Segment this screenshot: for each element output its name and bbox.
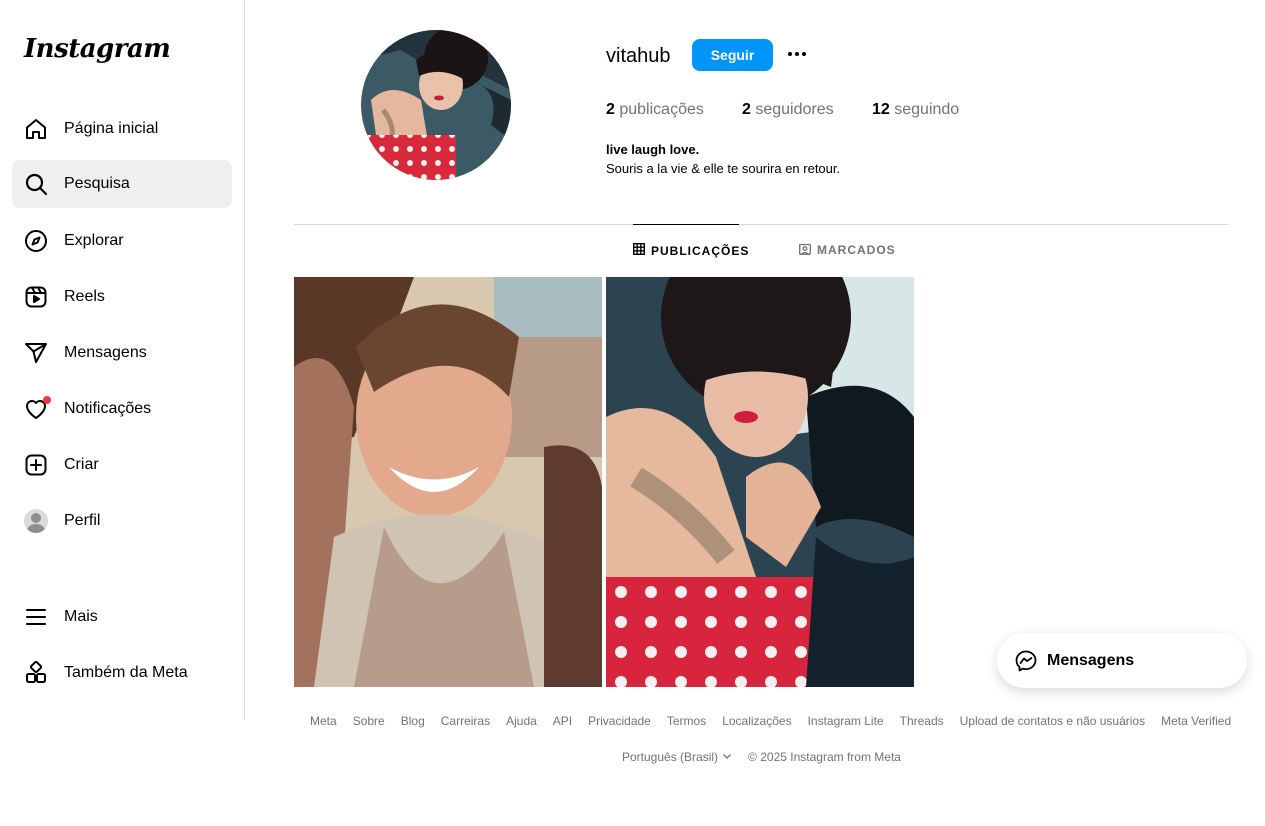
- tab-posts[interactable]: PUBLICAÇÕES: [632, 224, 748, 276]
- footer-link[interactable]: Upload de contatos e não usuários: [960, 714, 1145, 728]
- sidebar-item-reels[interactable]: Reels: [12, 273, 232, 321]
- posts-count-stat: 2 publicações: [606, 101, 704, 119]
- sidebar-item-home[interactable]: Página inicial: [12, 105, 232, 153]
- post-thumbnail[interactable]: [606, 277, 914, 687]
- tab-label: PUBLICAÇÕES: [651, 243, 750, 258]
- footer-link[interactable]: Meta: [310, 714, 337, 728]
- follow-button[interactable]: Seguir: [692, 39, 773, 71]
- sidebar-item-label: Criar: [64, 456, 99, 473]
- sidebar-item-notifications[interactable]: Notificações: [12, 385, 232, 433]
- profile-picture[interactable]: [361, 30, 511, 180]
- profile-username: vitahub: [606, 45, 671, 67]
- tab-label: MARCADOS: [817, 243, 896, 257]
- reels-icon: [24, 285, 48, 309]
- footer-link[interactable]: Meta Verified: [1161, 714, 1231, 728]
- language-label: Português (Brasil): [622, 750, 719, 764]
- sidebar-item-profile[interactable]: Perfil: [12, 497, 232, 545]
- bio-text: Souris a la vie & elle te sourira en ret…: [606, 161, 841, 176]
- footer-links: Meta Sobre Blog Carreiras Ajuda API Priv…: [310, 714, 1231, 728]
- tabs-divider: [294, 224, 1229, 225]
- sidebar-item-also-from-meta[interactable]: Também da Meta: [12, 649, 232, 697]
- footer-link[interactable]: Sobre: [353, 714, 385, 728]
- send-icon: [24, 341, 48, 365]
- footer-link[interactable]: Ajuda: [506, 714, 537, 728]
- sidebar-item-label: Explorar: [64, 232, 124, 249]
- post-thumbnail[interactable]: [294, 277, 602, 687]
- following-count: 12: [872, 101, 890, 118]
- messages-pill-button[interactable]: Mensagens: [997, 633, 1247, 688]
- footer-link[interactable]: Carreiras: [441, 714, 490, 728]
- tab-tagged[interactable]: MARCADOS: [799, 224, 896, 276]
- posts-label: publicações: [619, 101, 704, 118]
- chevron-down-icon: [722, 750, 732, 764]
- heart-icon: [24, 396, 51, 421]
- sidebar-item-explore[interactable]: Explorar: [12, 217, 232, 265]
- following-label: seguindo: [894, 101, 960, 118]
- followers-label: seguidores: [755, 101, 834, 118]
- tagged-icon: [799, 243, 811, 258]
- sidebar-item-label: Mensagens: [64, 344, 147, 361]
- sidebar-item-create[interactable]: Criar: [12, 441, 232, 489]
- messenger-icon: [1014, 649, 1038, 673]
- search-icon: [24, 172, 48, 196]
- copyright: © 2025 Instagram from Meta: [748, 750, 901, 764]
- footer-bottom: Português (Brasil) © 2025 Instagram from…: [622, 750, 901, 764]
- bio-name: live laugh love.: [606, 142, 700, 157]
- following-count-stat[interactable]: 12 seguindo: [872, 101, 959, 119]
- home-icon: [24, 117, 48, 141]
- footer-link[interactable]: Termos: [667, 714, 706, 728]
- notification-dot: [43, 396, 51, 404]
- sidebar-item-label: Página inicial: [64, 120, 159, 137]
- sidebar-item-label: Notificações: [64, 400, 152, 417]
- messages-pill-label: Mensagens: [1047, 651, 1135, 669]
- compass-icon: [24, 229, 48, 253]
- sidebar-item-label: Mais: [64, 608, 98, 625]
- sidebar-item-label: Reels: [64, 288, 105, 305]
- avatar: [24, 509, 48, 533]
- sidebar-item-label: Perfil: [64, 512, 101, 529]
- followers-count: 2: [742, 101, 751, 118]
- menu-icon: [24, 605, 48, 629]
- avatar-wrapper: [24, 509, 48, 533]
- footer-link[interactable]: API: [553, 714, 572, 728]
- grid-icon: [632, 242, 646, 258]
- meta-apps-icon: [24, 661, 48, 685]
- sidebar-item-more[interactable]: Mais: [12, 593, 232, 641]
- plus-square-icon: [24, 453, 48, 477]
- more-options-button[interactable]: [782, 42, 812, 70]
- sidebar-item-search[interactable]: Pesquisa: [12, 160, 232, 208]
- sidebar: Instagram Página inicial Pesquisa Explor…: [0, 0, 245, 720]
- footer-link[interactable]: Localizações: [722, 714, 791, 728]
- footer-link[interactable]: Threads: [900, 714, 944, 728]
- followers-count-stat[interactable]: 2 seguidores: [742, 101, 834, 119]
- instagram-logo[interactable]: Instagram: [24, 34, 171, 64]
- footer-link[interactable]: Privacidade: [588, 714, 651, 728]
- posts-count: 2: [606, 101, 615, 118]
- more-horizontal-icon: [785, 42, 809, 71]
- sidebar-item-label: Também da Meta: [64, 664, 188, 681]
- footer-link[interactable]: Blog: [401, 714, 425, 728]
- sidebar-item-messages[interactable]: Mensagens: [12, 329, 232, 377]
- sidebar-item-label: Pesquisa: [64, 175, 130, 192]
- language-selector[interactable]: Português (Brasil): [622, 750, 732, 764]
- footer-link[interactable]: Instagram Lite: [808, 714, 884, 728]
